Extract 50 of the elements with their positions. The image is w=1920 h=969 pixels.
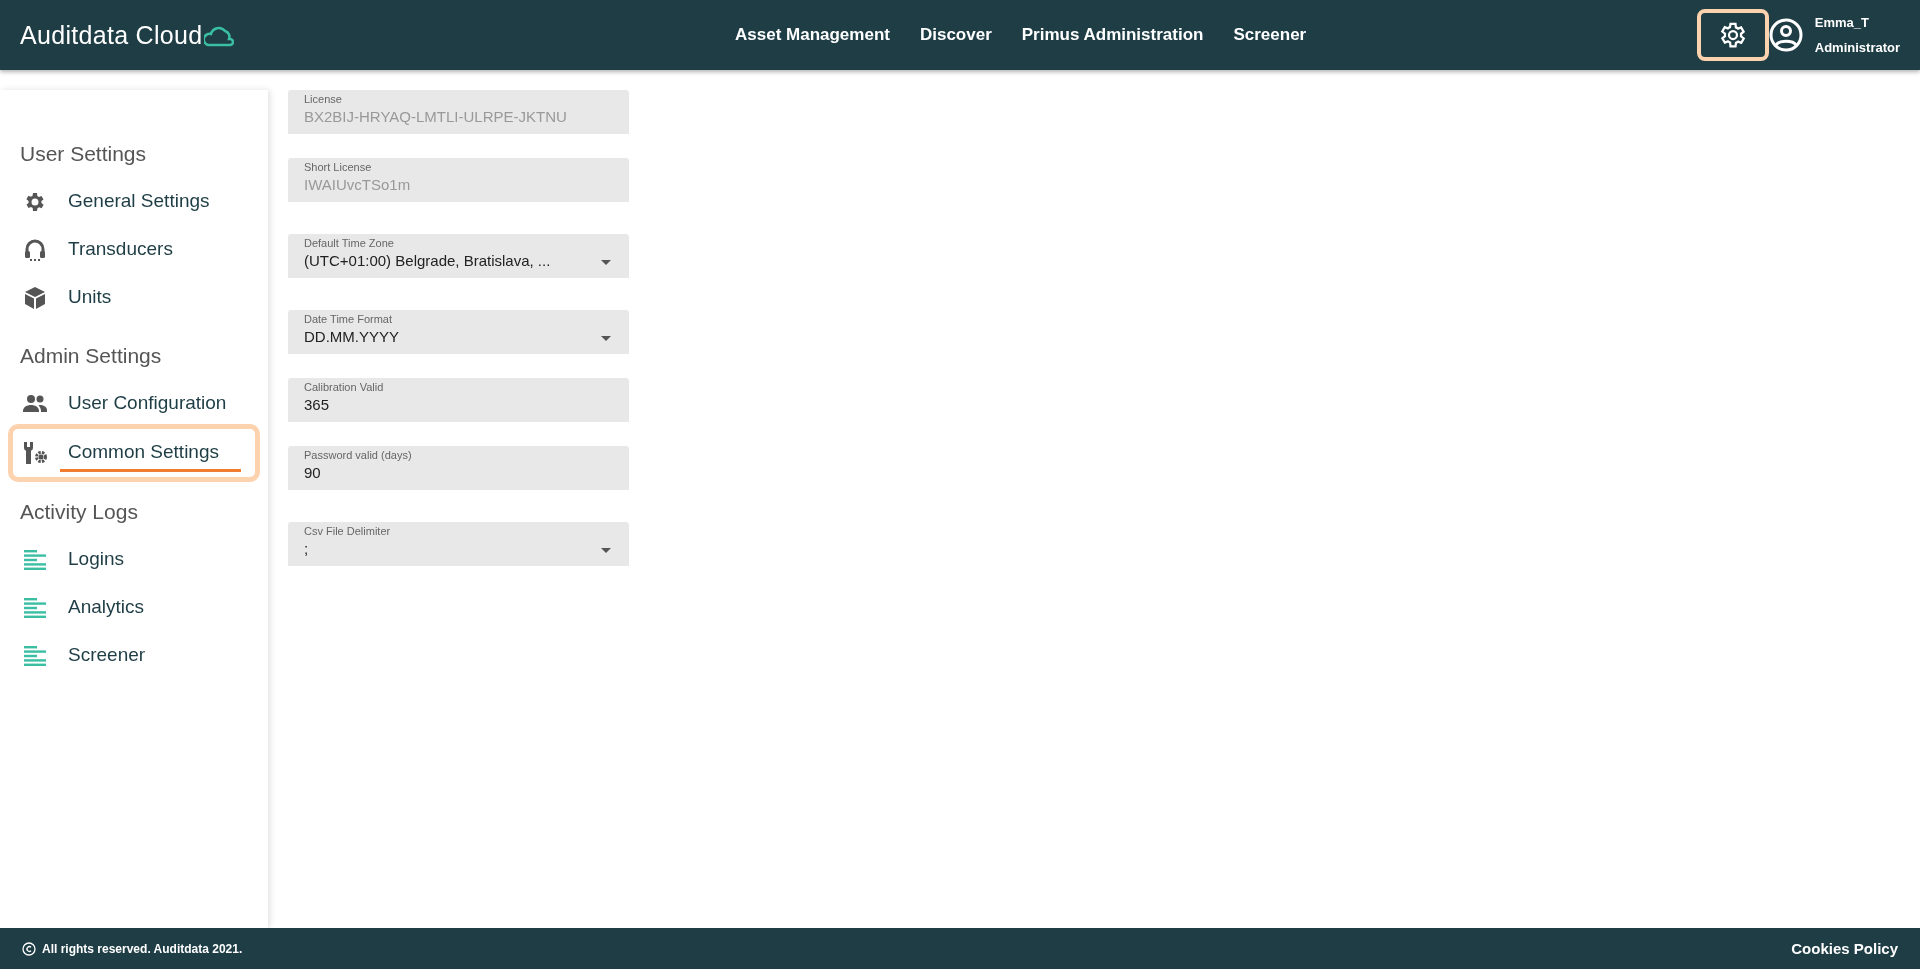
field-value: (UTC+01:00) Belgrade, Bratislava, ... <box>304 252 552 269</box>
settings-button[interactable] <box>1696 9 1769 61</box>
field-label: Password valid (days) <box>304 449 413 461</box>
dropdown-field[interactable]: Date Time Format DD.MM.YYYY <box>288 310 629 354</box>
people-icon <box>23 394 47 414</box>
sidebar-item[interactable]: Analytics <box>0 584 260 632</box>
input-field[interactable]: Calibration Valid 365 <box>288 378 629 422</box>
nav-link[interactable]: Primus Administration <box>1006 25 1219 45</box>
field-value: DD.MM.YYYY <box>304 328 400 345</box>
cube-icon <box>24 286 46 310</box>
wrench-gear-icon <box>22 441 48 465</box>
section-heading: Activity Logs <box>19 499 139 525</box>
field-value: 90 <box>304 464 322 481</box>
input-field[interactable]: Password valid (days) 90 <box>288 446 629 490</box>
field-value: IWAIUvcTSo1m <box>304 176 412 193</box>
nav-link[interactable]: Discover <box>904 25 1007 45</box>
section-heading: User Settings <box>19 141 148 167</box>
list-lines-icon <box>24 550 46 570</box>
field-value: BX2BIJ-HRYAQ-LMTLI-ULRPE-JKTNU <box>304 108 568 125</box>
list-lines-icon <box>24 598 46 618</box>
field-label: Default Time Zone <box>304 237 395 249</box>
copyright-text: All rights reserved. Auditdata 2021. <box>42 941 243 956</box>
dropdown-caret-icon <box>601 548 611 553</box>
dropdown-field[interactable]: Csv File Delimiter ; <box>288 522 629 566</box>
dropdown-field[interactable]: Default Time Zone (UTC+01:00) Belgrade, Bratislava, ... <box>288 234 629 278</box>
sidebar-item[interactable]: General Settings <box>0 178 260 226</box>
field-label: Short License <box>304 161 373 173</box>
user-avatar-icon[interactable] <box>1768 18 1803 52</box>
dropdown-caret-icon <box>601 336 611 341</box>
field-label: Calibration Valid <box>304 381 385 393</box>
user-role: Administrator <box>1814 40 1900 55</box>
sidebar-item[interactable]: Logins <box>0 536 260 584</box>
field-label: Date Time Format <box>304 313 394 325</box>
field-value: ; <box>304 540 310 557</box>
copyright-icon <box>22 941 36 956</box>
app-logo-text: Auditdata Cloud <box>20 20 203 50</box>
nav-link[interactable]: Asset Management <box>720 25 905 45</box>
sidebar-item[interactable]: Units <box>0 274 260 322</box>
nav-link[interactable]: Screener <box>1218 25 1322 45</box>
sidebar-item[interactable]: Transducers <box>0 226 260 274</box>
section-heading: Admin Settings <box>19 343 163 369</box>
dropdown-caret-icon <box>601 260 611 265</box>
list-lines-icon <box>24 646 46 666</box>
headphones-icon <box>24 238 46 262</box>
field-label: License <box>304 93 343 105</box>
field-value: 365 <box>304 396 331 413</box>
field-label: Csv File Delimiter <box>304 525 392 537</box>
user-name: Emma_T <box>1814 15 1870 30</box>
cookies-policy-link[interactable]: Cookies Policy <box>1791 940 1898 957</box>
sidebar-item[interactable]: Screener <box>0 632 260 680</box>
